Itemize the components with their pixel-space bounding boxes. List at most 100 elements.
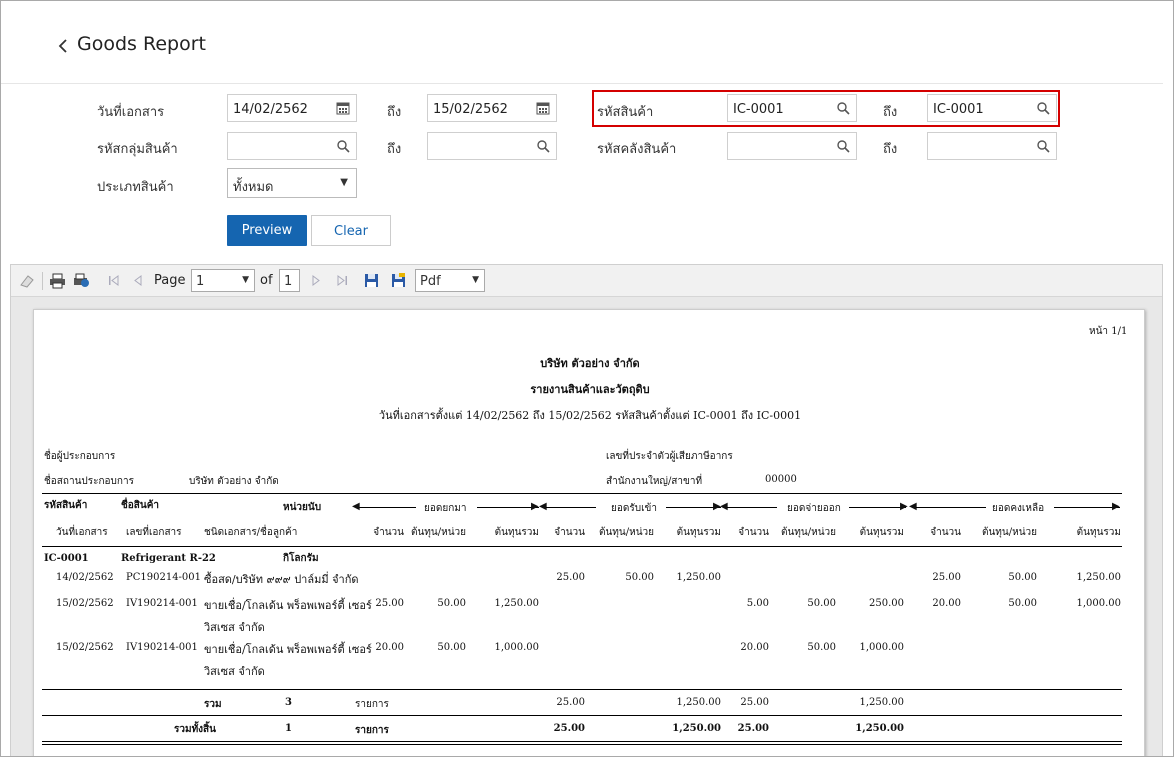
rule [1054, 507, 1120, 508]
operator-name-label: ชื่อผู้ประกอบการ [44, 451, 116, 462]
dropdown-arrow-icon: ▼ [472, 275, 479, 285]
rule [356, 507, 416, 508]
next-page-icon[interactable] [308, 272, 325, 289]
row-date: 14/02/2562 [56, 572, 114, 583]
calendar-icon[interactable] [336, 101, 350, 115]
product-code-to-input[interactable]: IC-0001 [927, 94, 1057, 122]
header-qty: จำนวน [738, 527, 769, 538]
subtotal-issue-qty: 25.00 [740, 697, 769, 708]
warehouse-to-input[interactable] [927, 132, 1057, 160]
header-unit-cost: ต้นทุน/หน่วย [981, 527, 1037, 538]
rule [42, 546, 1122, 547]
previous-page-icon[interactable] [129, 272, 146, 289]
doc-date-to-value: 15/02/2562 [433, 102, 508, 117]
arrow-right-icon: ▶ [531, 501, 539, 512]
row-date: 15/02/2562 [56, 642, 114, 653]
grandtotal-receive-total: 1,250.00 [672, 723, 721, 734]
search-icon[interactable] [836, 139, 850, 153]
tax-id-label: เลขที่ประจำตัวผู้เสียภาษีอากร [606, 451, 733, 462]
header-total-cost: ต้นทุนรวม [859, 527, 904, 538]
report-title: รายงานสินค้าและวัตถุดิบ [530, 383, 650, 396]
print-settings-icon[interactable] [73, 272, 90, 289]
total-pages-value: 1 [284, 274, 293, 289]
subtotal-issue-total: 1,250.00 [859, 697, 904, 708]
row-op-t: 1,250.00 [494, 598, 539, 609]
branch-label: สำนักงานใหญ่/สาขาที่ [606, 476, 703, 487]
warehouse-from-input[interactable] [727, 132, 857, 160]
product-code-from-value: IC-0001 [733, 102, 784, 117]
clear-button[interactable]: Clear [311, 215, 391, 246]
row-bl-u: 50.00 [1008, 598, 1037, 609]
back-chevron-icon[interactable] [57, 37, 69, 55]
page-number-select[interactable]: 1 ▼ [191, 269, 255, 292]
doc-date-to-input[interactable]: 15/02/2562 [427, 94, 557, 122]
print-icon[interactable] [49, 272, 66, 289]
report-viewer: Page 1 ▼ of 1 Pdf ▼ หน้า 1/1 บริษัท ตัวอย่… [10, 264, 1163, 756]
header-unit-cost: ต้นทุน/หน่วย [410, 527, 466, 538]
subtotal-count: 3 [285, 697, 292, 708]
toolbar-separator [42, 272, 43, 290]
row-is-u: 50.00 [807, 642, 836, 653]
row-op-q: 25.00 [375, 598, 404, 609]
export-format-value: Pdf [420, 274, 441, 289]
page-title: Goods Report [77, 33, 206, 55]
rule [916, 507, 986, 508]
report-criteria: วันที่เอกสารตั้งแต่ 14/02/2562 ถึง 15/02… [378, 409, 802, 422]
grandtotal-receive-qty: 25.00 [553, 723, 585, 734]
eraser-icon[interactable] [19, 272, 36, 289]
search-icon[interactable] [536, 139, 550, 153]
product-type-select[interactable]: ทั้งหมด ▼ [227, 168, 357, 198]
report-page-number: หน้า 1/1 [1089, 326, 1128, 337]
row-is-t: 250.00 [869, 598, 904, 609]
grandtotal-issue-total: 1,250.00 [855, 723, 904, 734]
header-total-cost: ต้นทุนรวม [1076, 527, 1121, 538]
warehouse-label: รหัสคลังสินค้า [597, 142, 677, 157]
last-page-icon[interactable] [334, 272, 351, 289]
header-qty: จำนวน [554, 527, 585, 538]
group-opening: ยอดยกมา [424, 503, 467, 514]
preview-button[interactable]: Preview [227, 215, 307, 246]
calendar-icon[interactable] [536, 101, 550, 115]
rule [546, 507, 596, 508]
report-company: บริษัท ตัวอย่าง จำกัด [540, 357, 640, 370]
row-bl-t: 1,000.00 [1076, 598, 1121, 609]
export-icon[interactable] [390, 272, 407, 289]
row-is-t: 1,000.00 [859, 642, 904, 653]
operator-place-label: ชื่อสถานประกอบการ [44, 476, 134, 487]
grandtotal-label: รวมทั้งสิ้น [174, 724, 216, 735]
product-name: Refrigerant R-22 [121, 553, 216, 564]
row-desc2: วิสเซส จำกัด [204, 665, 265, 678]
export-format-select[interactable]: Pdf ▼ [415, 269, 485, 292]
save-icon[interactable] [363, 272, 380, 289]
product-unit: กิโลกรัม [283, 553, 319, 564]
header-qty: จำนวน [930, 527, 961, 538]
product-type-value: ทั้งหมด [233, 180, 274, 195]
operator-place-value: บริษัท ตัวอย่าง จำกัด [189, 476, 279, 487]
viewer-toolbar: Page 1 ▼ of 1 Pdf ▼ [11, 265, 1162, 297]
row-op-t: 1,000.00 [494, 642, 539, 653]
grandtotal-count: 1 [285, 723, 292, 734]
product-group-to-input[interactable] [427, 132, 557, 160]
row-doc: IV190214-001 [126, 642, 198, 653]
first-page-icon[interactable] [105, 272, 122, 289]
rule [42, 741, 1122, 742]
search-icon[interactable] [1036, 139, 1050, 153]
header-doc-type: ชนิดเอกสาร/ชื่อลูกค้า [204, 527, 298, 538]
arrow-left-icon: ◀ [352, 501, 360, 512]
product-type-label: ประเภทสินค้า [97, 180, 174, 195]
product-code-from-input[interactable]: IC-0001 [727, 94, 857, 122]
header-unit: หน่วยนับ [283, 502, 322, 513]
search-icon[interactable] [336, 139, 350, 153]
rule [42, 689, 1122, 690]
header-qty: จำนวน [373, 527, 404, 538]
search-icon[interactable] [836, 101, 850, 115]
row-rc-u: 50.00 [625, 572, 654, 583]
product-group-from-input[interactable] [227, 132, 357, 160]
arrow-right-icon: ▶ [1112, 501, 1120, 512]
doc-date-from-input[interactable]: 14/02/2562 [227, 94, 357, 122]
search-icon[interactable] [1036, 101, 1050, 115]
rule [477, 507, 539, 508]
row-is-u: 50.00 [807, 598, 836, 609]
header-unit-cost: ต้นทุน/หน่วย [780, 527, 836, 538]
arrow-right-icon: ▶ [900, 501, 908, 512]
